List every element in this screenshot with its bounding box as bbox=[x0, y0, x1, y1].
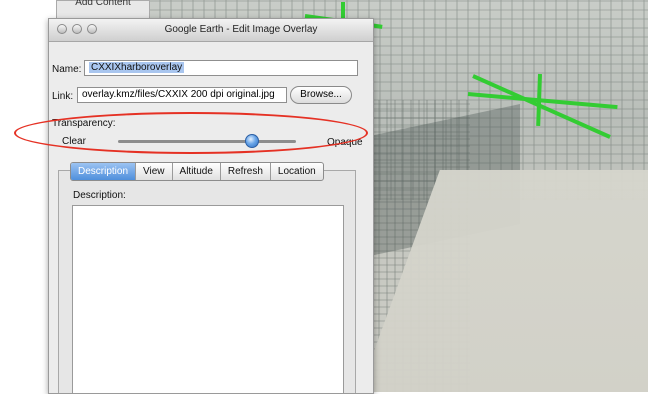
minimize-window-button[interactable] bbox=[72, 24, 82, 34]
tab-view[interactable]: View bbox=[136, 163, 173, 180]
description-textarea[interactable] bbox=[72, 205, 344, 393]
window-controls bbox=[57, 24, 97, 34]
close-window-button[interactable] bbox=[57, 24, 67, 34]
add-content-label: Add Content bbox=[75, 0, 131, 8]
tab-refresh[interactable]: Refresh bbox=[221, 163, 271, 180]
browse-button[interactable]: Browse... bbox=[290, 86, 352, 104]
tab-description[interactable]: Description bbox=[71, 163, 137, 180]
zoom-window-button[interactable] bbox=[87, 24, 97, 34]
tab-altitude[interactable]: Altitude bbox=[173, 163, 221, 180]
title-bar[interactable]: Google Earth - Edit Image Overlay bbox=[49, 19, 373, 42]
description-label: Description: bbox=[73, 190, 126, 201]
tab-bar: Description View Altitude Refresh Locati… bbox=[70, 162, 324, 181]
link-label: Link: bbox=[52, 91, 74, 102]
name-label: Name: bbox=[52, 64, 82, 75]
tab-location[interactable]: Location bbox=[271, 163, 323, 180]
name-field-value: CXXIXharboroverlay bbox=[89, 62, 185, 73]
name-field[interactable]: CXXIXharboroverlay bbox=[84, 60, 358, 76]
window-title: Google Earth - Edit Image Overlay bbox=[164, 24, 318, 35]
highlight-oval bbox=[14, 112, 368, 154]
link-field[interactable]: overlay.kmz/files/CXXIX 200 dpi original… bbox=[77, 87, 287, 103]
